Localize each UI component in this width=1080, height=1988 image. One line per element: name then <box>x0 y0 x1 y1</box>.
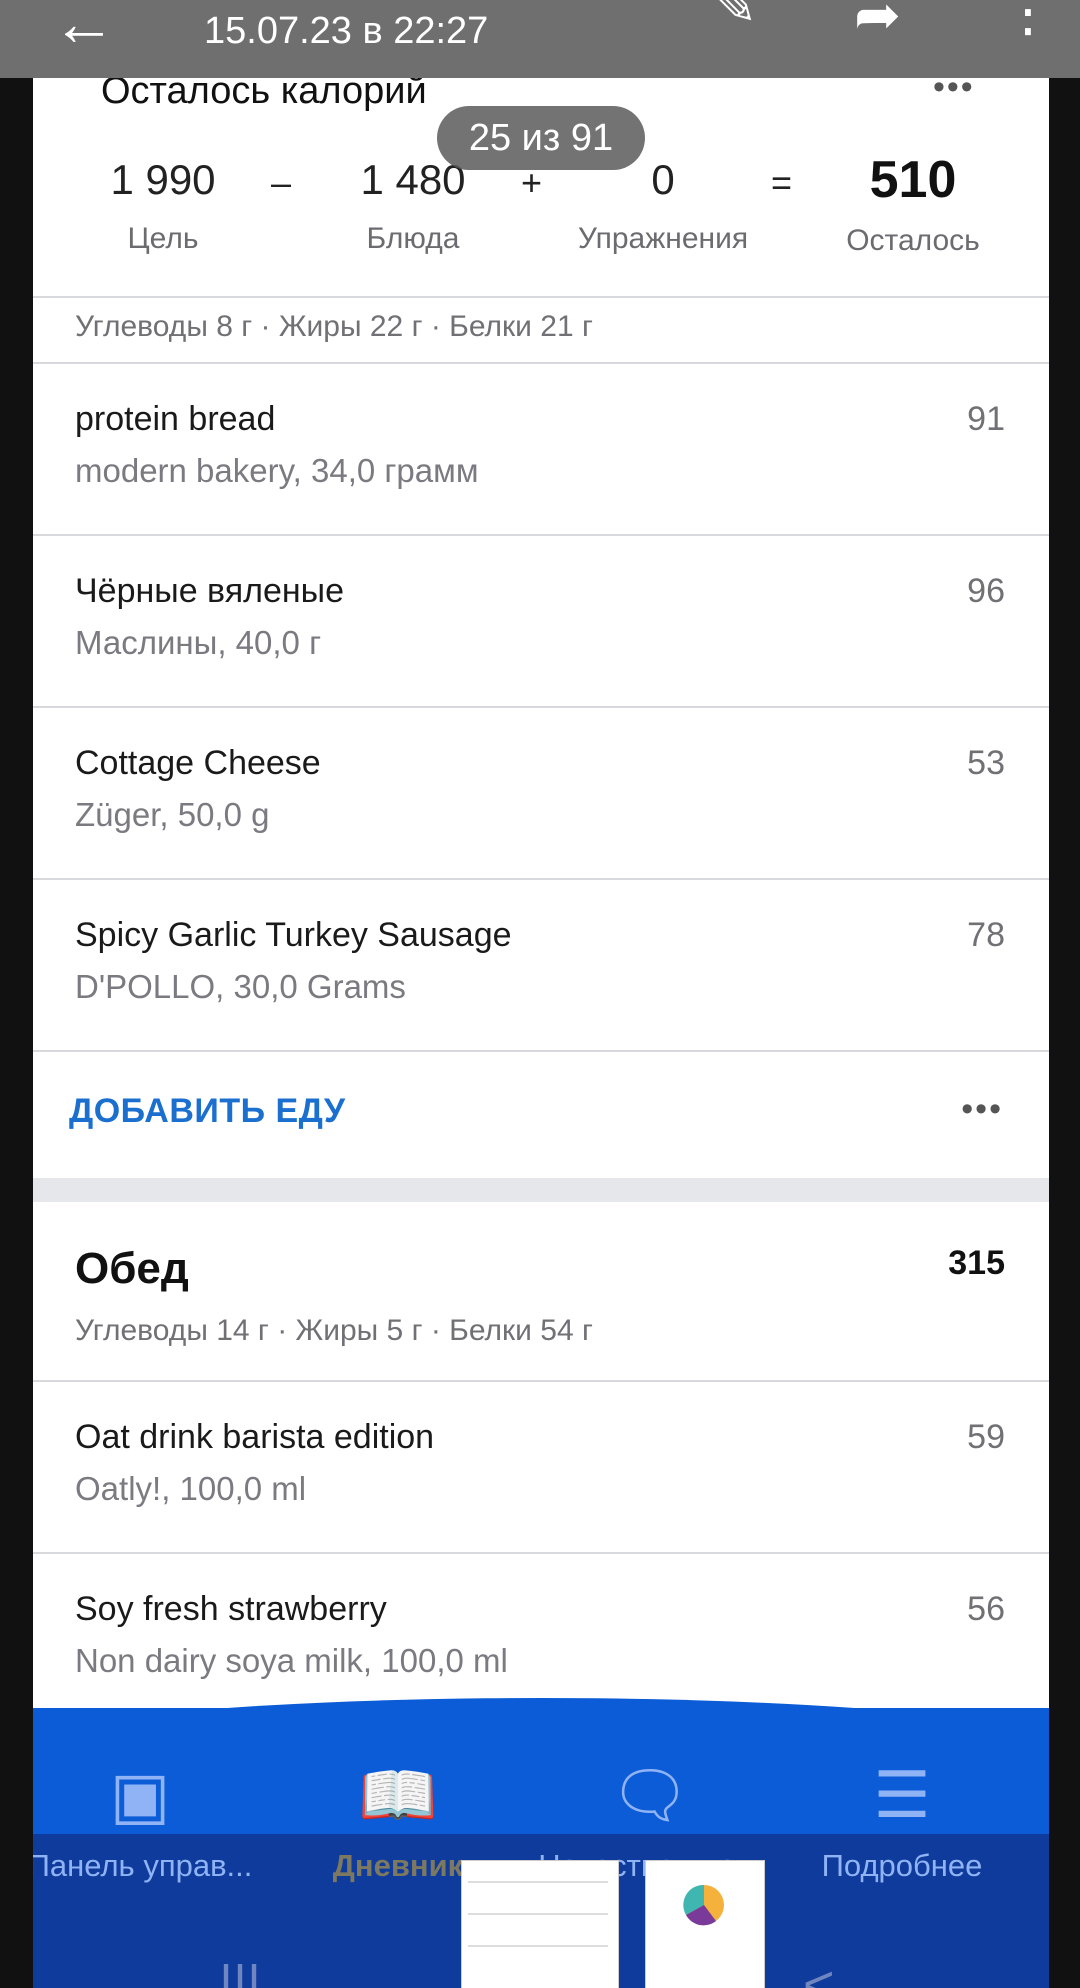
remaining-column: 510 Осталось <box>813 150 1013 258</box>
thumbnail-next[interactable] <box>645 1860 765 1988</box>
menu-icon: ☰ <box>873 1759 931 1831</box>
food-item-name: Cottage Cheese <box>75 744 321 782</box>
lunch-title: Обед <box>75 1244 189 1293</box>
thumbnail-previous[interactable] <box>461 1860 619 1988</box>
breakfast-macros: Углеводы 8 г · Жиры 22 г · Белки 21 г <box>75 310 593 343</box>
goal-value: 1 990 <box>110 156 216 203</box>
food-item-detail: Non dairy soya milk, 100,0 ml <box>75 1642 508 1679</box>
add-food-button[interactable]: ДОБАВИТЬ ЕДУ <box>69 1092 345 1131</box>
nav-more[interactable]: ☰ Подробнее <box>775 1762 1029 1884</box>
food-item-name: Spicy Garlic Turkey Sausage <box>75 916 512 954</box>
minus-sign: – <box>271 162 292 203</box>
goal-column: 1 990 Цель <box>73 156 253 256</box>
food-item-name: Oat drink barista edition <box>75 1418 435 1456</box>
food-item-detail: Züger, 50,0 g <box>75 796 270 833</box>
thumbnail-pie-icon <box>683 1884 724 1926</box>
viewer-date: 15.07.23 в 22:27 <box>204 10 489 52</box>
food-item[interactable]: Spicy Garlic Turkey Sausage D'POLLO, 30,… <box>33 880 1049 1050</box>
more-options-icon[interactable]: ⋮ <box>1000 0 1056 44</box>
food-item-calories: 96 <box>967 572 1005 610</box>
system-back-icon[interactable]: < <box>803 1954 835 1988</box>
add-food-more-icon[interactable]: ••• <box>961 1090 1003 1129</box>
image-viewer: ← 15.07.23 в 22:27 ✎ ➦ ⋮ Осталось калори… <box>0 0 1080 1988</box>
goal-label: Цель <box>127 222 199 255</box>
diary-icon: 📖 <box>358 1759 438 1831</box>
app-screen: Осталось калорий ••• 1 990 Цель – 1 480 … <box>33 78 1049 1988</box>
share-icon[interactable]: ➦ <box>854 0 901 48</box>
edit-icon[interactable]: ✎ <box>715 0 757 36</box>
summary-title: Осталось калорий <box>101 78 427 112</box>
thumbnail-line <box>468 1881 608 1883</box>
remaining-value: 510 <box>869 151 957 209</box>
food-item[interactable]: Oat drink barista edition Oatly!, 100,0 … <box>33 1382 1049 1552</box>
image-counter-pill: 25 из 91 <box>437 106 645 170</box>
exercise-column: 0 Упражнения <box>553 156 773 256</box>
recent-apps-icon[interactable]: ||| <box>219 1954 261 1988</box>
nav-dashboard[interactable]: ▣ Панель управ... <box>33 1762 267 1884</box>
food-item[interactable]: Чёрные вяленые Маслины, 40,0 г 96 <box>33 536 1049 706</box>
newsfeed-icon: 🗨 <box>609 1759 691 1831</box>
food-item-name: Чёрные вяленые <box>75 572 345 610</box>
lunch-macros: Углеводы 14 г · Жиры 5 г · Белки 54 г <box>75 1314 593 1347</box>
food-column: 1 480 Блюда <box>323 156 503 256</box>
food-item-calories: 53 <box>967 744 1005 782</box>
food-item-detail: Oatly!, 100,0 ml <box>75 1470 307 1507</box>
food-item-name: protein bread <box>75 400 276 438</box>
food-item-calories: 56 <box>967 1590 1005 1628</box>
add-food-row: ДОБАВИТЬ ЕДУ ••• <box>33 1052 1049 1178</box>
nav-label: Подробнее <box>821 1848 983 1883</box>
viewer-top-bar: ← 15.07.23 в 22:27 ✎ ➦ ⋮ <box>0 0 1080 78</box>
summary-more-icon[interactable]: ••• <box>933 78 975 107</box>
food-item-calories: 78 <box>967 916 1005 954</box>
food-item-calories: 91 <box>967 400 1005 438</box>
thumbnail-line <box>468 1945 608 1947</box>
food-item-detail: modern bakery, 34,0 грамм <box>75 452 479 489</box>
thumbnail-line <box>468 1913 608 1915</box>
exercise-label: Упражнения <box>577 222 749 255</box>
lunch-header: Обед 315 Углеводы 14 г · Жиры 5 г · Белк… <box>33 1202 1049 1380</box>
dashboard-icon: ▣ <box>109 1759 171 1831</box>
food-item[interactable]: Cottage Cheese Züger, 50,0 g 53 <box>33 708 1049 878</box>
food-label: Блюда <box>366 222 460 255</box>
equals-sign: = <box>771 162 793 203</box>
food-item[interactable]: protein bread modern bakery, 34,0 грамм … <box>33 364 1049 534</box>
back-arrow-icon[interactable]: ← <box>52 0 116 60</box>
food-item-name: Soy fresh strawberry <box>75 1590 387 1628</box>
food-item-detail: D'POLLO, 30,0 Grams <box>75 968 406 1005</box>
lunch-calories: 315 <box>948 1244 1005 1282</box>
remaining-label: Осталось <box>846 224 980 257</box>
food-item-detail: Маслины, 40,0 г <box>75 624 322 661</box>
food-item-calories: 59 <box>967 1418 1005 1456</box>
nav-label: Панель управ... <box>33 1848 253 1883</box>
